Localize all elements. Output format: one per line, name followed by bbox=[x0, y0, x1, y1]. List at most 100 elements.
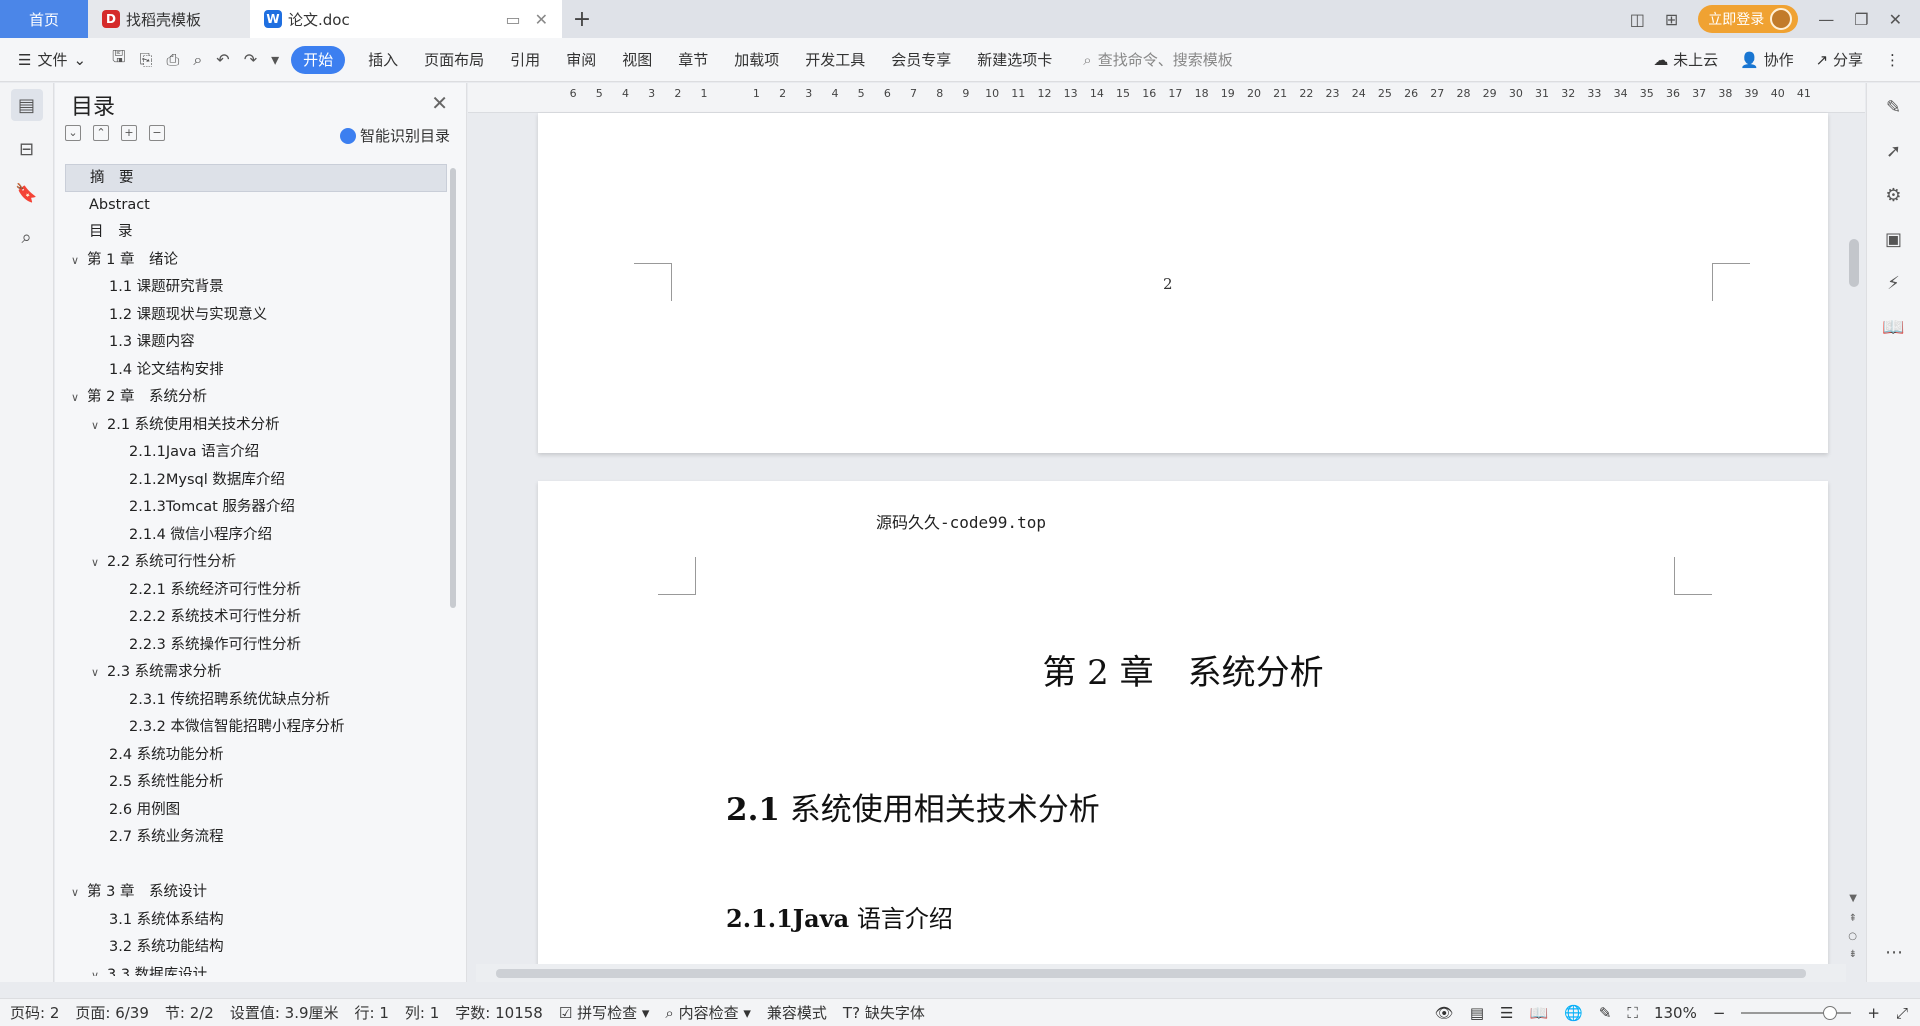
toc-item[interactable]: 2.7 系统业务流程 bbox=[65, 824, 447, 852]
ribbon-tab[interactable]: 开发工具 bbox=[792, 49, 878, 70]
minimize-icon[interactable]: — bbox=[1818, 10, 1834, 29]
toc-scrollbar[interactable] bbox=[450, 168, 456, 608]
missing-font-button[interactable]: T? 缺失字体 bbox=[843, 1002, 925, 1023]
zoom-level[interactable]: 130% bbox=[1654, 1004, 1697, 1022]
close-tab-icon[interactable]: ✕ bbox=[535, 10, 548, 29]
toc-item[interactable]: 2.2.1 系统经济可行性分析 bbox=[65, 577, 447, 605]
ribbon-tab[interactable]: 页面布局 bbox=[411, 49, 497, 70]
restore-icon[interactable]: ❐ bbox=[1854, 10, 1868, 29]
ribbon-tab[interactable]: 引用 bbox=[497, 49, 553, 70]
toc-item[interactable]: 2.1.2Mysql 数据库介绍 bbox=[65, 467, 447, 495]
close-icon[interactable]: ✕ bbox=[431, 91, 448, 115]
toc-item[interactable]: 1.1 课题研究背景 bbox=[65, 274, 447, 302]
chevron-down-icon[interactable]: ∨ bbox=[91, 412, 107, 440]
toc-item[interactable]: 2.2.3 系统操作可行性分析 bbox=[65, 632, 447, 660]
apps-grid-icon[interactable]: ⊞ bbox=[1665, 10, 1678, 29]
status-words[interactable]: 字数: 10158 bbox=[455, 1002, 543, 1023]
redo-icon[interactable]: ↷ bbox=[244, 50, 257, 69]
chapter-title[interactable]: 第 2 章 系统分析 bbox=[538, 645, 1828, 694]
pointer-icon[interactable]: ➚ bbox=[1878, 135, 1910, 167]
chevron-down-icon[interactable]: ∨ bbox=[91, 659, 107, 687]
toc-item[interactable]: 2.6 用例图 bbox=[65, 797, 447, 825]
quick-action-icon[interactable]: ⚡ bbox=[1878, 267, 1910, 299]
toc-item[interactable]: ∨ 2.2 系统可行性分析 bbox=[65, 549, 447, 577]
remove-heading-icon[interactable]: − bbox=[149, 125, 165, 141]
print-preview-icon[interactable]: ⌕ bbox=[193, 50, 202, 70]
horizontal-ruler[interactable]: 6 5 4 3 2 1 1 2 3 4 5 6 7 8 9 10 11 12 13 14 15 16 17 18 19 20 21 2… bbox=[468, 83, 1865, 113]
outline-view-icon[interactable]: ☰ bbox=[1500, 1004, 1513, 1022]
toc-item[interactable]: 2.3.1 传统招聘系统优缺点分析 bbox=[65, 687, 447, 715]
select-browse-icon[interactable]: ○ bbox=[1848, 931, 1857, 942]
more-icon[interactable]: ⋯ bbox=[1878, 936, 1910, 968]
toc-item[interactable]: 1.4 论文结构安排 bbox=[65, 357, 447, 385]
toc-item[interactable]: ∨ 第 3 章 系统设计 bbox=[65, 879, 447, 907]
toc-item[interactable]: 1.3 课题内容 bbox=[65, 329, 447, 357]
tab-daoke-templates[interactable]: D 找稻壳模板 bbox=[88, 0, 250, 38]
status-page[interactable]: 页码: 2 bbox=[10, 1002, 59, 1023]
page-header[interactable]: 源码久久-code99.top bbox=[876, 509, 1046, 533]
adjust-sliders-icon[interactable]: ⚙ bbox=[1878, 179, 1910, 211]
toc-item[interactable]: ∨ 2.3 系统需求分析 bbox=[65, 659, 447, 687]
float-window-icon[interactable]: ▭ bbox=[505, 10, 520, 29]
toc-item[interactable]: 2.1.4 微信小程序介绍 bbox=[65, 522, 447, 550]
image-tool-icon[interactable]: ▣ bbox=[1878, 223, 1910, 255]
collab-button[interactable]: 👤 协作 bbox=[1740, 49, 1793, 70]
web-view-icon[interactable]: 🌐 bbox=[1564, 1004, 1583, 1022]
toc-item[interactable]: 2.1.1Java 语言介绍 bbox=[65, 439, 447, 467]
export-pdf-icon[interactable]: ⎘ bbox=[140, 50, 153, 70]
cloud-status[interactable]: ☁ 未上云 bbox=[1653, 49, 1718, 70]
toc-item[interactable]: 3.2 系统功能结构 bbox=[65, 934, 447, 962]
toc-item[interactable]: 2.1.3Tomcat 服务器介绍 bbox=[65, 494, 447, 522]
vertical-scrollbar[interactable] bbox=[1847, 113, 1859, 913]
toc-item[interactable]: ∨ 第 1 章 绪论 bbox=[65, 247, 447, 275]
horizontal-scrollbar[interactable] bbox=[476, 964, 1846, 982]
read-view-icon[interactable]: 📖 bbox=[1529, 1004, 1548, 1022]
customize-chevron-icon[interactable]: ▾ bbox=[271, 50, 279, 69]
ribbon-tab[interactable]: 审阅 bbox=[553, 49, 609, 70]
eye-protection-icon[interactable]: 👁 bbox=[1435, 1004, 1454, 1022]
status-section[interactable]: 节: 2/2 bbox=[165, 1002, 214, 1023]
toc-item[interactable]: 摘 要 bbox=[65, 164, 447, 192]
toc-item[interactable]: 2.5 系统性能分析 bbox=[65, 769, 447, 797]
layout-toggle-icon[interactable]: ◫ bbox=[1630, 10, 1645, 29]
horizontal-scroll-thumb[interactable] bbox=[496, 969, 1806, 978]
ribbon-tab[interactable]: 会员专享 bbox=[878, 49, 964, 70]
save-icon[interactable]: 🖫 bbox=[112, 46, 126, 73]
toc-item[interactable]: 1.2 课题现状与实现意义 bbox=[65, 302, 447, 330]
pen-icon[interactable]: ✎ bbox=[1878, 91, 1910, 123]
ribbon-tab[interactable]: 视图 bbox=[609, 49, 665, 70]
file-menu[interactable]: ☰ 文件 ⌄ bbox=[0, 49, 100, 70]
chevron-down-icon[interactable]: ∨ bbox=[71, 384, 87, 412]
add-heading-icon[interactable]: + bbox=[121, 125, 137, 141]
ribbon-tab[interactable]: 章节 bbox=[665, 49, 721, 70]
toc-item[interactable]: Abstract bbox=[65, 192, 447, 220]
toc-item[interactable]: 2.2.2 系统技术可行性分析 bbox=[65, 604, 447, 632]
toc-panel-icon[interactable]: ▤ bbox=[10, 89, 43, 121]
status-row[interactable]: 行: 1 bbox=[355, 1002, 389, 1023]
search-panel-icon[interactable]: ⌕ bbox=[11, 221, 43, 253]
toc-item[interactable]: 2.3.2 本微信智能招聘小程序分析 bbox=[65, 714, 447, 742]
login-button[interactable]: 立即登录 bbox=[1698, 5, 1799, 33]
new-tab-button[interactable]: + bbox=[562, 0, 602, 38]
ribbon-tab[interactable]: 新建选项卡 bbox=[964, 49, 1065, 70]
prev-page-icon[interactable]: ⇞ bbox=[1849, 913, 1857, 924]
heading-2[interactable]: 2.1 系统使用相关技术分析 bbox=[726, 784, 1100, 829]
fullscreen-icon[interactable]: ⤢ bbox=[1896, 1004, 1908, 1022]
toc-item[interactable]: 3.1 系统体系结构 bbox=[65, 907, 447, 935]
toc-item[interactable]: 2.4 系统功能分析 bbox=[65, 742, 447, 770]
zoom-in-icon[interactable]: + bbox=[1867, 1004, 1880, 1022]
toc-item[interactable]: ∨ 2.1 系统使用相关技术分析 bbox=[65, 412, 447, 440]
next-page-icon[interactable]: ⇟ bbox=[1849, 949, 1857, 960]
compat-mode[interactable]: 兼容模式 bbox=[767, 1002, 827, 1023]
tab-home[interactable]: 首页 bbox=[0, 0, 88, 38]
collapse-all-icon[interactable]: ⌃ bbox=[93, 125, 109, 141]
status-pages[interactable]: 页面: 6/39 bbox=[75, 1002, 149, 1023]
share-button[interactable]: ↗ 分享 bbox=[1816, 49, 1863, 70]
close-window-icon[interactable]: ✕ bbox=[1889, 10, 1902, 29]
more-options-icon[interactable]: ⋮ bbox=[1885, 51, 1900, 69]
expand-all-icon[interactable]: ⌄ bbox=[65, 125, 81, 141]
toc-item[interactable]: ∨ 第 2 章 系统分析 bbox=[65, 384, 447, 412]
write-mode-icon[interactable]: ✎ bbox=[1599, 1004, 1612, 1022]
fit-page-icon[interactable]: ⛶ bbox=[1627, 1004, 1638, 1022]
ribbon-tab[interactable]: 加载项 bbox=[721, 49, 792, 70]
